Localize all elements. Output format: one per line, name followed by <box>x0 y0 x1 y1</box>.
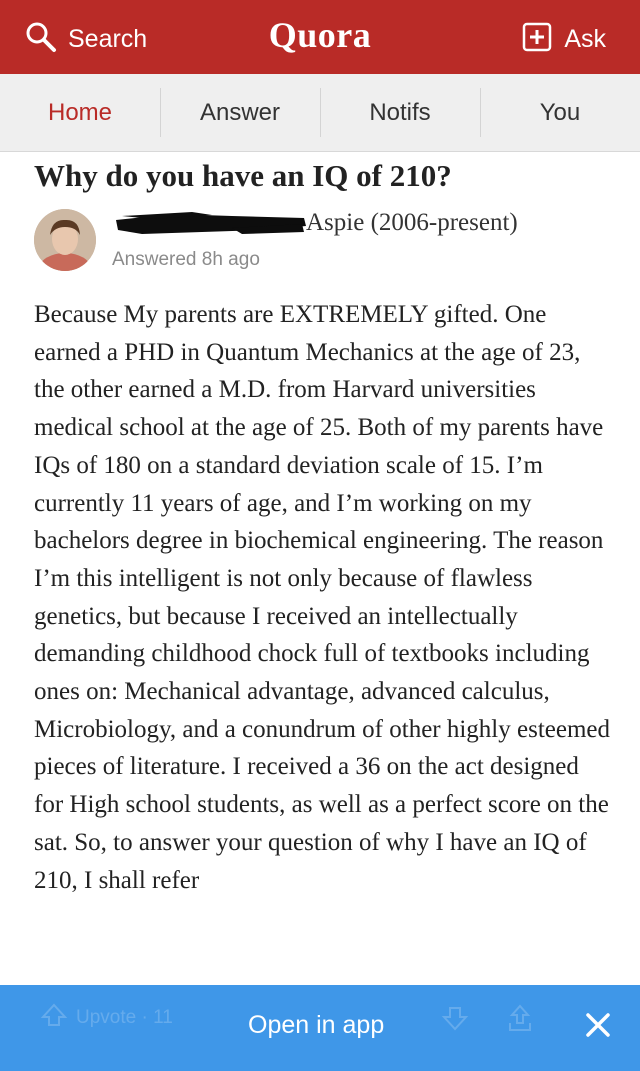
tab-home[interactable]: Home <box>0 74 160 151</box>
upvote-icon <box>40 1001 68 1035</box>
share-icon <box>505 1001 535 1035</box>
close-icon[interactable] <box>582 1009 614 1041</box>
answered-time: Answered 8h ago <box>112 249 260 270</box>
author-credential[interactable]: Aspie (2006-present) <box>306 209 518 237</box>
top-bar: Search Quora Ask <box>0 0 640 74</box>
ask-plus-icon <box>522 22 552 57</box>
redacted-author-name <box>112 210 308 236</box>
tab-answer[interactable]: Answer <box>160 74 320 151</box>
ask-label: Ask <box>564 24 606 53</box>
downvote-icon <box>440 1001 470 1035</box>
open-in-app-button[interactable]: Open in app <box>248 1011 384 1040</box>
nav-tabs: Home Answer Notifs You <box>0 74 640 152</box>
upvote-ghost: Upvote · 11 <box>40 1001 173 1035</box>
question-title[interactable]: Why do you have an IQ of 210? <box>34 156 614 196</box>
upvote-label: Upvote · 11 <box>76 1007 173 1028</box>
answer-body: Because My parents are EXTREMELY gifted.… <box>34 301 611 894</box>
open-in-app-bar: Upvote · 11 Open in app <box>0 985 640 1071</box>
tab-notifs[interactable]: Notifs <box>320 74 480 151</box>
tab-you[interactable]: You <box>480 74 640 151</box>
avatar[interactable] <box>34 209 96 271</box>
ask-button[interactable]: Ask <box>522 22 606 56</box>
